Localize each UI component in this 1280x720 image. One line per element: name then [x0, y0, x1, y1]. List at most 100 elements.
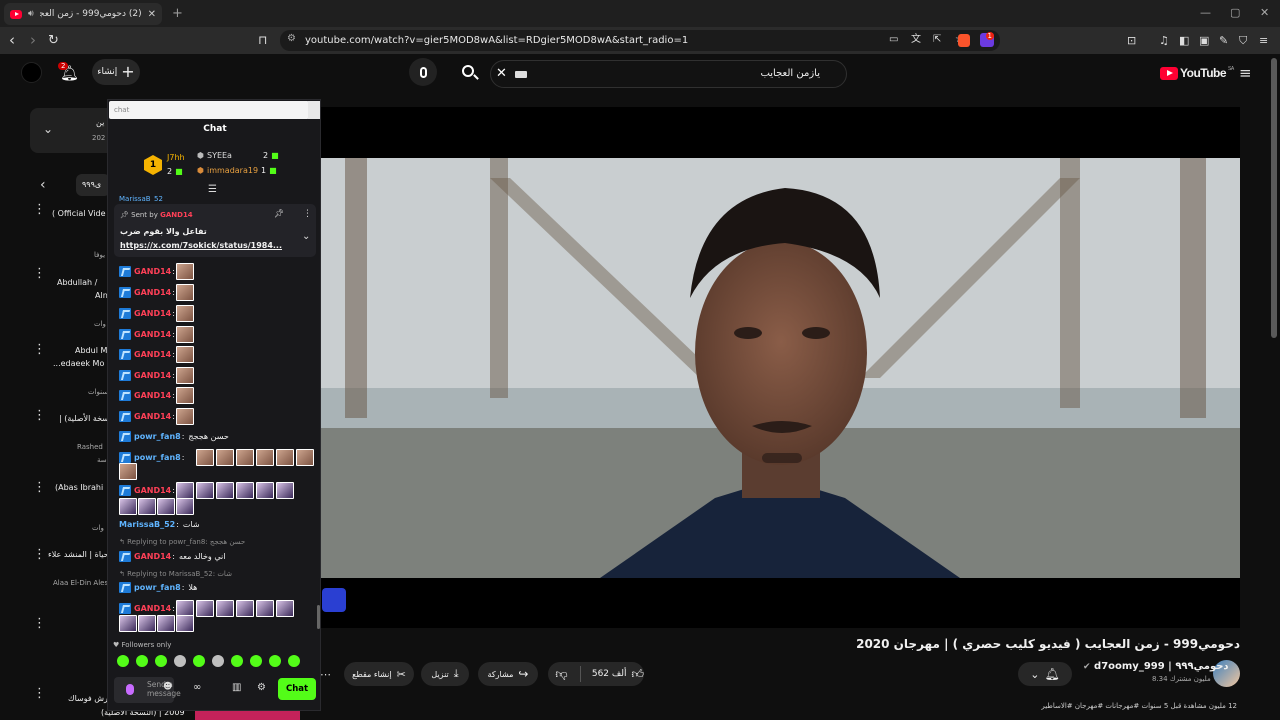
- screenshot-icon[interactable]: ⊡: [1127, 35, 1136, 46]
- quick-emote[interactable]: [269, 655, 281, 667]
- channel-watermark-icon[interactable]: [322, 588, 346, 612]
- window-close-icon[interactable]: ✕: [1260, 6, 1269, 19]
- chat-username[interactable]: GAND14: [134, 288, 171, 297]
- menu-icon[interactable]: ≡: [1259, 35, 1268, 46]
- site-info-icon[interactable]: ⚙: [287, 34, 296, 44]
- share-page-icon[interactable]: ⇱: [933, 35, 941, 45]
- sidebar-video-title[interactable]: Abdullah /: [57, 278, 97, 287]
- extensions-icon[interactable]: ✎: [1219, 35, 1228, 46]
- page-scrollbar[interactable]: [1271, 58, 1277, 338]
- avatar[interactable]: [21, 62, 42, 83]
- reload-icon[interactable]: ↻: [48, 34, 59, 47]
- quick-emote[interactable]: [288, 655, 300, 667]
- top-gifter-2[interactable]: ⬢ SYEEa 2 ■: [197, 151, 279, 160]
- chip-scroll-left-icon[interactable]: ‹: [40, 178, 46, 192]
- chat-message[interactable]: GAND14:: [119, 262, 195, 281]
- keyboard-icon[interactable]: [515, 71, 527, 78]
- chat-username[interactable]: GAND14: [134, 309, 171, 318]
- chat-username[interactable]: GAND14: [134, 391, 171, 400]
- filter-chip[interactable]: ی۹۹۹: [76, 174, 110, 196]
- guide-menu-icon[interactable]: ≡: [1239, 66, 1252, 81]
- chat-username[interactable]: GAND14: [134, 350, 171, 359]
- more-options-icon[interactable]: ⋮: [33, 687, 46, 700]
- chat-url-input[interactable]: chat: [109, 101, 309, 119]
- media-icon[interactable]: ♫: [1159, 35, 1169, 46]
- reply-context[interactable]: ↰ Replying to powr_fan8: حسن هججج: [119, 538, 245, 546]
- reply-context[interactable]: ↰ Replying to MarissaB_52: شات: [119, 570, 232, 578]
- tab-audio-icon[interactable]: 🔊︎: [28, 9, 34, 19]
- clear-search-icon[interactable]: ✕: [496, 61, 507, 87]
- pinned-link[interactable]: https://x.com/7sokick/status/1984...: [120, 241, 282, 250]
- video-player[interactable]: [320, 107, 1240, 628]
- top-gifter-3[interactable]: ⬢ immadara19 1 ■: [197, 166, 277, 175]
- pinned-more-icon[interactable]: ⋮: [303, 210, 312, 219]
- channel-name[interactable]: ✔︎ d7oomy_999 | دحومي۹۹۹: [1083, 661, 1229, 672]
- chat-username[interactable]: GAND14: [134, 412, 171, 421]
- chat-username[interactable]: GAND14: [134, 604, 171, 613]
- chat-username[interactable]: powr_fan8: [134, 583, 181, 592]
- quick-emote[interactable]: [174, 655, 186, 667]
- chat-message[interactable]: powr_fan8: هلا: [119, 578, 197, 597]
- chat-username[interactable]: GAND14: [134, 552, 171, 561]
- youtube-logo[interactable]: YouTube SA: [1160, 66, 1234, 80]
- chat-scrollbar[interactable]: [317, 605, 320, 629]
- sidebar-video-title[interactable]: (Abas Ibrahi: [55, 483, 103, 492]
- chat-message[interactable]: powr_fan8:: [119, 448, 315, 467]
- tab-close-icon[interactable]: ✕: [148, 9, 156, 20]
- cast-icon[interactable]: ▭: [889, 35, 898, 45]
- chat-message[interactable]: GAND14:: [119, 283, 195, 302]
- quick-emote[interactable]: [136, 655, 148, 667]
- chat-message[interactable]: GAND14:: [119, 325, 195, 344]
- voice-search-button[interactable]: [409, 58, 437, 86]
- search-button[interactable]: [452, 60, 488, 88]
- url-field[interactable]: ⚙ youtube.com/watch?v=gier5MOD8wA&list=R…: [280, 30, 1000, 51]
- more-actions-icon[interactable]: ⋯: [320, 668, 331, 681]
- gift-shop-icon[interactable]: ▥: [232, 683, 241, 693]
- unpin-icon[interactable]: 📌︎: [274, 210, 284, 218]
- chat-username[interactable]: powr_fan8: [134, 432, 181, 441]
- chat-message[interactable]: GAND14:: [119, 345, 195, 364]
- chat-message[interactable]: MarissaB_52: شات: [119, 515, 200, 534]
- forward-icon[interactable]: ›: [30, 33, 36, 48]
- more-options-icon[interactable]: ⋮: [33, 203, 46, 216]
- more-options-icon[interactable]: ⋮: [33, 343, 46, 356]
- quick-emote[interactable]: [250, 655, 262, 667]
- like-button[interactable]: 👍︎: [631, 667, 644, 682]
- pinned-message[interactable]: 📌︎ Sent by GAND14 📌︎ ⋮ تفاعل والا بقوم ض…: [114, 204, 316, 257]
- share-button[interactable]: مشاركة ↪: [478, 662, 538, 686]
- more-options-icon[interactable]: ⋮: [33, 267, 46, 280]
- chat-message[interactable]: GAND14:: [119, 407, 195, 426]
- create-button[interactable]: إنشاء +: [92, 59, 140, 85]
- quick-emote[interactable]: [212, 655, 224, 667]
- back-icon[interactable]: ‹: [9, 33, 15, 48]
- sidebar-video-title[interactable]: يالحياة | المنشد علاء: [48, 550, 116, 559]
- chat-input-clear[interactable]: [308, 101, 320, 119]
- chat-username[interactable]: GAND14: [134, 267, 171, 276]
- chevron-down-icon[interactable]: ⌄: [43, 123, 53, 135]
- quick-emote[interactable]: [193, 655, 205, 667]
- chat-message[interactable]: GAND14:: [119, 386, 195, 405]
- quick-emote[interactable]: [117, 655, 129, 667]
- bookmark-icon[interactable]: ⊓: [258, 34, 267, 46]
- clip-button[interactable]: إنشاء مقطع ✂: [344, 662, 414, 686]
- sidebar-thumbnail[interactable]: [195, 710, 300, 720]
- sidebar-toggle-icon[interactable]: ◧: [1179, 35, 1189, 46]
- more-options-icon[interactable]: ⋮: [33, 548, 46, 561]
- chat-message[interactable]: GAND14:: [119, 304, 195, 323]
- chat-username[interactable]: GAND14: [134, 486, 171, 495]
- emoji-picker-icon[interactable]: ☻: [163, 683, 172, 692]
- more-options-icon[interactable]: ⋮: [33, 481, 46, 494]
- sidebar-video-title[interactable]: | (نسخة الأصلية: [59, 414, 112, 423]
- dislike-button[interactable]: 👎︎: [548, 667, 575, 682]
- wallet-icon[interactable]: ▣: [1199, 35, 1209, 46]
- chat-message[interactable]: powr_fan8: حسن هججج: [119, 427, 229, 446]
- subscription-bell-button[interactable]: ⌄ 🔔︎: [1018, 662, 1072, 686]
- download-button[interactable]: تنزيل ⤓: [421, 662, 469, 686]
- sidebar-video-title[interactable]: ( Official Vide: [52, 209, 106, 218]
- new-tab-button[interactable]: +: [172, 7, 183, 20]
- notifications-bell-icon[interactable]: 🔔︎ 2: [57, 62, 79, 84]
- chat-settings-icon[interactable]: ⚙: [257, 683, 266, 693]
- chat-mic-icon[interactable]: [126, 684, 134, 695]
- quick-emote[interactable]: [231, 655, 243, 667]
- chat-message[interactable]: GAND14: اني وخالد معه: [119, 547, 225, 566]
